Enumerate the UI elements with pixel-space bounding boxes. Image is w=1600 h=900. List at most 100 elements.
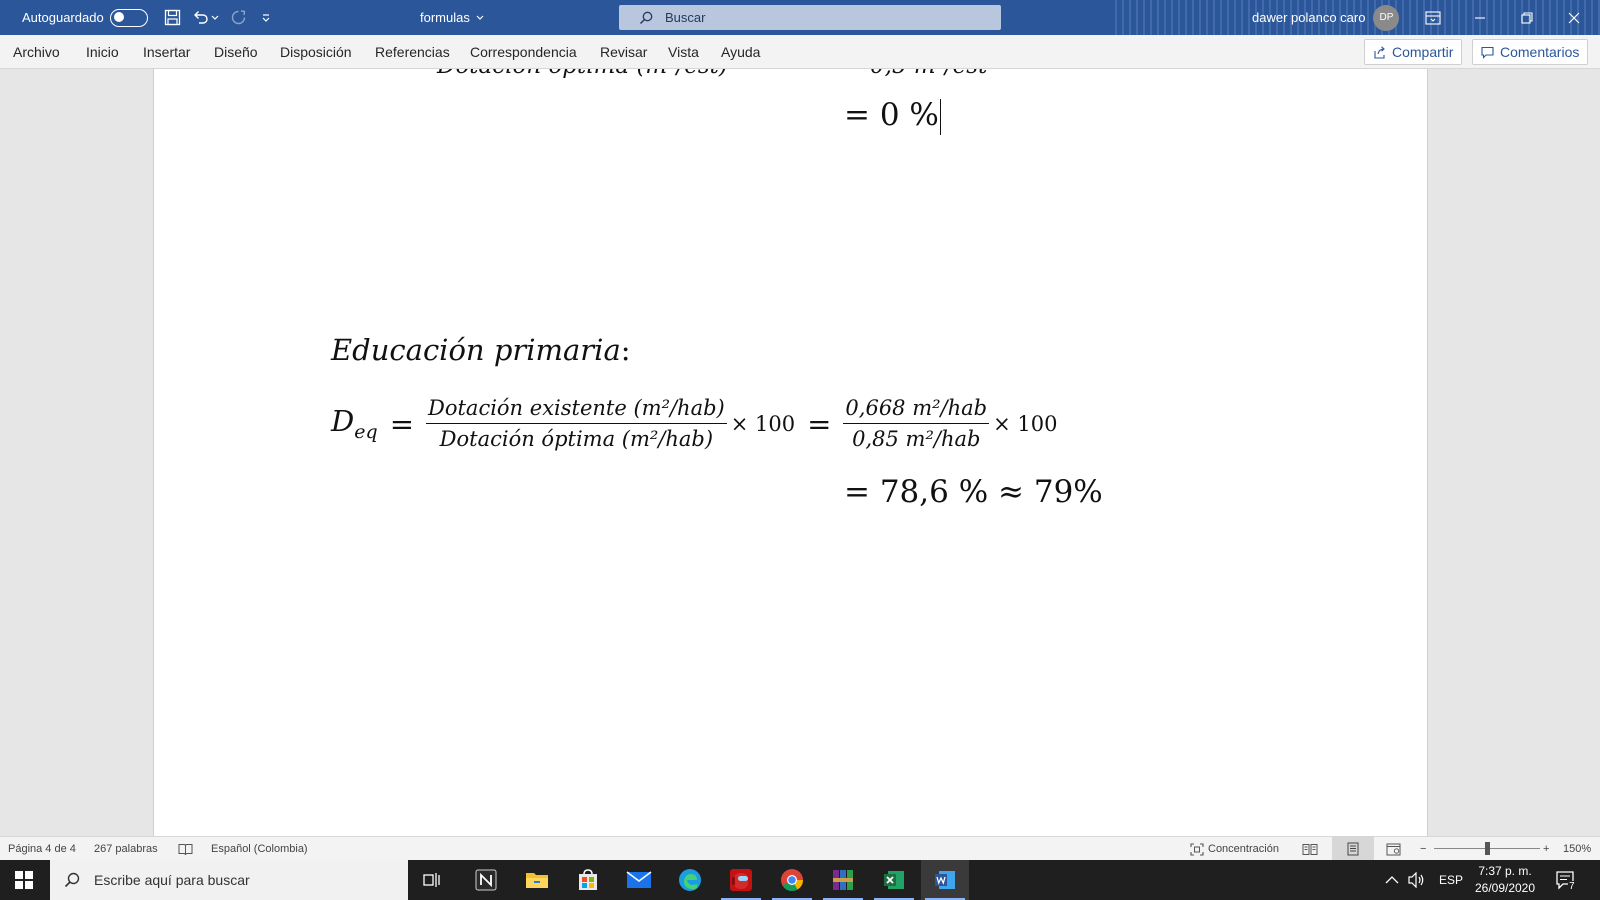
word-count[interactable]: 267 palabras <box>94 837 158 861</box>
clock[interactable]: 7:37 p. m. 26/09/2020 <box>1472 860 1538 900</box>
proofing-book-icon <box>178 843 193 855</box>
user-account[interactable]: dawer polanco caro DP <box>1252 0 1400 35</box>
zoom-slider-track[interactable] <box>1434 842 1540 855</box>
minimize-button[interactable] <box>1457 0 1503 35</box>
section-heading-text: Educación primaria <box>331 333 621 367</box>
zoom-level[interactable]: 150% <box>1563 837 1591 861</box>
taskbar-app-excel[interactable] <box>870 860 918 900</box>
zoom-slider-thumb[interactable] <box>1485 842 1490 855</box>
taskbar-app-edge[interactable] <box>666 860 714 900</box>
undo-dropdown-icon[interactable] <box>210 8 220 28</box>
notion-icon <box>475 869 497 891</box>
taskbar-app-word[interactable] <box>921 860 969 900</box>
result-top-text: = 0 % <box>844 97 939 133</box>
volume-icon <box>1408 872 1424 888</box>
search-placeholder: Buscar <box>665 10 706 25</box>
taskbar-app-mail[interactable] <box>615 860 663 900</box>
show-hidden-icons-button[interactable] <box>1385 860 1399 900</box>
taskbar-app-chrome[interactable] <box>768 860 816 900</box>
zoom-out-button[interactable]: − <box>1420 837 1426 861</box>
text-cursor <box>939 98 942 135</box>
zoom-in-button[interactable]: + <box>1543 837 1549 861</box>
tab-correspondencia[interactable]: Correspondencia <box>470 35 577 69</box>
avatar[interactable]: DP <box>1373 4 1400 31</box>
chrome-icon <box>781 869 803 891</box>
read-mode-button[interactable] <box>1302 837 1318 861</box>
focus-icon <box>1190 842 1204 856</box>
autosave-label: Autoguardado <box>22 10 104 25</box>
task-view-button[interactable] <box>408 860 456 900</box>
search-box[interactable]: Buscar <box>619 5 1001 30</box>
web-layout-icon <box>1386 843 1401 855</box>
share-button[interactable]: Compartir <box>1364 39 1463 65</box>
times-hundred-2: × 100 <box>993 411 1058 436</box>
chevron-down-icon <box>476 15 484 20</box>
document-title-text: formulas <box>420 10 470 25</box>
document-title[interactable]: formulas <box>420 0 484 35</box>
focus-mode-label: Concentración <box>1208 843 1279 855</box>
tab-vista[interactable]: Vista <box>668 35 699 69</box>
quick-access-toolbar <box>162 0 276 35</box>
autosave-group[interactable]: Autoguardado <box>22 0 148 35</box>
close-button[interactable] <box>1551 0 1597 35</box>
restore-button[interactable] <box>1504 0 1550 35</box>
times-hundred: × 100 <box>730 411 796 436</box>
tab-revisar[interactable]: Revisar <box>600 35 647 69</box>
ribbon-display-options-button[interactable] <box>1410 0 1456 35</box>
taskbar-search-placeholder: Escribe aquí para buscar <box>94 872 250 888</box>
comments-button[interactable]: Comentarios <box>1472 39 1589 65</box>
fraction-values-numerator: 0,668 m²/hab <box>843 396 990 424</box>
ribbon-display-icon <box>1425 10 1441 25</box>
windows-taskbar: Escribe aquí para buscar ESP 7:37 p. m. <box>0 860 1600 900</box>
formula-lhs-symbol: D <box>331 404 355 439</box>
tab-disposicion[interactable]: Disposición <box>280 35 352 69</box>
tab-referencias[interactable]: Referencias <box>375 35 450 69</box>
volume-button[interactable] <box>1408 860 1426 900</box>
page-count[interactable]: Página 4 de 4 <box>8 837 76 861</box>
tab-diseno[interactable]: Diseño <box>214 35 258 69</box>
mail-icon <box>626 871 652 888</box>
web-layout-button[interactable] <box>1386 837 1401 861</box>
result-line-bottom: = 78,6 % ≈ 79% <box>844 474 1103 510</box>
start-button[interactable] <box>0 860 48 900</box>
fraction-numerator: Dotación existente (m²/hab) <box>426 396 727 424</box>
autosave-toggle[interactable] <box>109 8 148 27</box>
save-icon[interactable] <box>162 8 182 28</box>
tab-inicio[interactable]: Inicio <box>86 35 119 69</box>
language-status[interactable]: Español (Colombia) <box>211 837 308 861</box>
game-icon <box>730 869 752 891</box>
taskbar-app-file-explorer[interactable] <box>513 860 561 900</box>
undo-icon[interactable] <box>190 8 210 28</box>
tab-archivo[interactable]: Archivo <box>13 35 60 69</box>
tab-insertar[interactable]: Insertar <box>143 35 190 69</box>
result-line-top: = 0 % <box>844 97 942 135</box>
taskbar-app-winrar[interactable] <box>819 860 867 900</box>
customize-toolbar-icon[interactable] <box>256 8 276 28</box>
taskbar-app-notion[interactable] <box>462 860 510 900</box>
document-page[interactable]: Dotación óptima (m²/est) 0,5 m²/est = 0 … <box>153 69 1428 836</box>
taskbar-search-icon <box>64 872 80 888</box>
taskbar-app-store[interactable] <box>564 860 612 900</box>
taskbar-search-box[interactable]: Escribe aquí para buscar <box>50 860 408 900</box>
print-layout-button[interactable] <box>1332 837 1374 861</box>
read-mode-icon <box>1302 843 1318 855</box>
edge-icon <box>679 869 701 891</box>
comments-label: Comentarios <box>1500 44 1580 60</box>
store-icon <box>579 869 597 890</box>
redo-icon[interactable] <box>228 8 248 28</box>
minimize-icon <box>1475 16 1485 19</box>
focus-mode-button[interactable]: Concentración <box>1190 837 1279 861</box>
windows-logo-icon <box>15 871 33 889</box>
tab-ayuda[interactable]: Ayuda <box>721 35 760 69</box>
restore-icon <box>1521 11 1533 24</box>
proofing-status[interactable] <box>178 837 193 861</box>
notification-center-button[interactable]: 7 <box>1555 860 1577 900</box>
taskbar-app-among-us[interactable] <box>717 860 765 900</box>
user-name: dawer polanco caro <box>1252 10 1366 25</box>
input-language[interactable]: ESP <box>1439 860 1463 900</box>
partial-formula-value: 0,5 m²/est <box>870 69 987 79</box>
folder-icon <box>526 873 548 888</box>
share-icon <box>1374 45 1385 59</box>
comment-icon <box>1481 46 1494 59</box>
partial-formula-denominator: Dotación óptima (m²/est) <box>437 69 728 79</box>
